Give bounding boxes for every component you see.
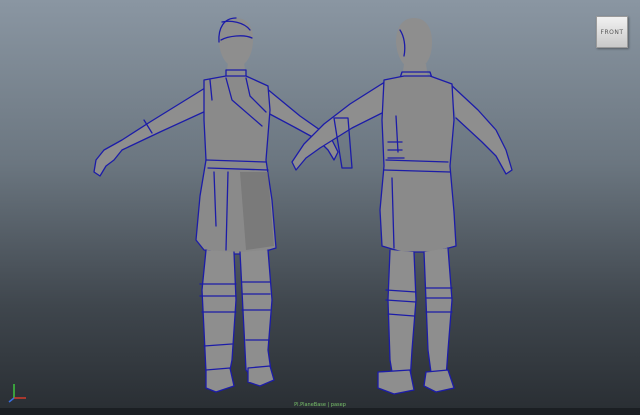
axis-indicator-icon [8, 384, 26, 403]
character-back-view[interactable] [291, 18, 513, 395]
3d-viewport[interactable]: FRONT Pl.PlaneBase | pasep [0, 0, 640, 408]
view-cube-label: FRONT [600, 28, 624, 36]
scene-canvas[interactable] [0, 0, 640, 408]
viewport-bottom-strip [0, 408, 640, 415]
character-front-view[interactable] [93, 17, 339, 393]
view-cube-front[interactable]: FRONT [596, 16, 628, 48]
